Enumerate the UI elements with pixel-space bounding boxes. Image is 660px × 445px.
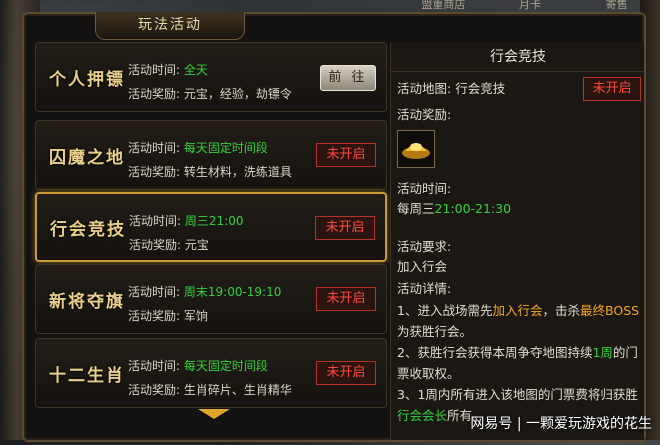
activity-name: 行会竞技 [50,219,126,240]
reward-line: 活动奖励: 转生材料，洗练道具 [128,165,292,179]
go-button[interactable]: 前 往 [320,65,376,91]
reward-line: 活动奖励: 生肖碎片、生肖精华 [128,383,292,397]
watermark: 网易号 | 一颗爱玩游戏的花生 [470,416,652,432]
detail-title: 行会竞技 [391,42,645,72]
activity-row-guild-contest[interactable]: 行会竞技 活动时间: 周三21:00 活动奖励: 元宝 未开启 [35,192,387,262]
not-open-button[interactable]: 未开启 [316,143,376,167]
activity-list: 个人押镖 活动时间: 全天 活动奖励: 元宝，经验，劫镖令 前 往 囚魔之地 活… [35,42,387,412]
window-title: 玩法活动 [95,12,245,40]
activity-name: 囚魔之地 [49,147,125,168]
activity-name: 十二生肖 [49,365,125,386]
detail-req-value: 加入行会 [397,259,448,274]
not-open-button[interactable]: 未开启 [316,361,376,385]
reward-line: 活动奖励: 元宝 [129,238,209,252]
not-open-button[interactable]: 未开启 [316,287,376,311]
detail-info-2: 2、获胜行会获得本周争夺地图持续1周的门票收取权。 [397,345,638,381]
detail-time-value: 每周三21:00-21:30 [397,201,512,216]
activity-detail-panel: 行会竞技 活动地图: 行会竞技 未开启 活动奖励: 活动时间: 每周三21:00… [390,42,645,440]
gold-ingot-icon[interactable] [397,130,435,168]
detail-info-label: 活动详情: [397,281,452,296]
detail-info-1: 1、进入战场需先加入行会，击杀最终BOSS为获胜行会。 [397,303,640,339]
detail-reward-label: 活动奖励: [397,107,452,122]
not-open-button[interactable]: 未开启 [315,216,375,240]
reward-line: 活动奖励: 元宝，经验，劫镖令 [128,87,292,101]
scroll-down-arrow-icon[interactable] [198,409,230,419]
time-line: 活动时间: 每天固定时间段 [128,141,268,155]
reward-line: 活动奖励: 军饷 [128,309,208,323]
activity-name: 新将夺旗 [49,291,125,312]
detail-status-button[interactable]: 未开启 [583,77,641,101]
activity-row-escort[interactable]: 个人押镖 活动时间: 全天 活动奖励: 元宝，经验，劫镖令 前 往 [35,42,387,112]
detail-time-label: 活动时间: [397,181,452,196]
activity-row-flag-capture[interactable]: 新将夺旗 活动时间: 周末19:00-19:10 活动奖励: 军饷 未开启 [35,264,387,334]
activity-row-zodiac[interactable]: 十二生肖 活动时间: 每天固定时间段 活动奖励: 生肖碎片、生肖精华 未开启 [35,338,387,408]
detail-map: 活动地图: 行会竞技 [397,81,506,96]
activity-name: 个人押镖 [49,69,125,90]
time-line: 活动时间: 全天 [128,63,208,77]
activity-row-demon-land[interactable]: 囚魔之地 活动时间: 每天固定时间段 活动奖励: 转生材料，洗练道具 未开启 [35,120,387,190]
time-line: 活动时间: 周末19:00-19:10 [128,285,282,299]
time-line: 活动时间: 每天固定时间段 [128,359,268,373]
time-line: 活动时间: 周三21:00 [129,214,244,228]
detail-req-label: 活动要求: [397,239,452,254]
